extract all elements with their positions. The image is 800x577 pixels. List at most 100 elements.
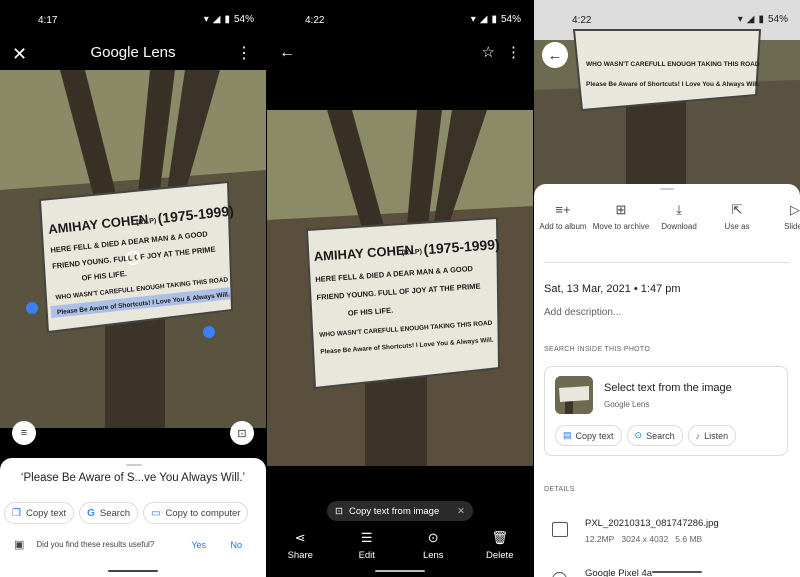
photo-thumbnail	[555, 376, 593, 414]
chip-label: Copy to computer	[165, 507, 241, 519]
lens-toolbar: ✕ Google Lens ⋮	[0, 36, 266, 70]
file-meta: 12.2MP 3024 x 4032 5.6 MB	[585, 534, 702, 544]
delete-button[interactable]: 🗑 Delete	[475, 530, 525, 561]
edit-button[interactable]: ☰ Edit	[342, 530, 392, 561]
battery-level: 54%	[233, 14, 254, 25]
feedback-icon: ▣	[14, 539, 25, 551]
lens-panel: AMIHAY COHEN (R.I.P) (1975-1999) HERE FE…	[0, 0, 266, 577]
feedback-no-button[interactable]: No	[230, 540, 242, 550]
selection-handle-left[interactable]	[26, 302, 38, 314]
copy-text-chip[interactable]: ▤ Copy text	[555, 425, 622, 446]
device-name: Google Pixel 4a	[585, 568, 653, 577]
page-title: Google Lens	[90, 44, 176, 61]
sign-line-1: AMIHAY COHEN	[48, 211, 149, 236]
add-to-album-button[interactable]: ≡+ Add to album	[534, 202, 592, 231]
sign-line-2: HERE FELL & DIED A DEAR MAN & A GOOD	[315, 264, 474, 284]
close-icon[interactable]: ✕	[457, 506, 465, 517]
sign-line-4: OF HIS LIFE.	[81, 269, 127, 283]
filter-icon: ≡	[20, 427, 28, 439]
photo: AMIHAY COHEN (R.I.P) (1975-1999) HERE FE…	[267, 110, 533, 466]
lens-card-chips: ▤ Copy text ⊙ Search ♪ Listen	[555, 425, 737, 446]
status-bar: 4:17 ▾ ◢ ▮ 54%	[0, 0, 266, 40]
search-chip[interactable]: ⊙ Search	[626, 425, 683, 446]
lens-card-title: Select text from the image	[604, 382, 732, 394]
battery-icon: ▮	[758, 14, 764, 25]
result-text: ‘Please Be Aware of S...ve You Always Wi…	[20, 472, 246, 484]
archive-icon: ⊞	[615, 202, 627, 217]
download-button[interactable]: ⤓ Download	[650, 202, 708, 231]
battery-icon: ▮	[491, 14, 497, 25]
action-label: Slides	[784, 222, 800, 231]
gesture-bar	[375, 570, 425, 572]
action-label: Share	[287, 550, 313, 561]
delete-icon: 🗑	[491, 530, 508, 545]
copy-text-from-image-chip[interactable]: ⊡ Copy text from image ✕	[327, 501, 473, 521]
lens-button[interactable]: ⊙ Lens	[408, 530, 458, 561]
listen-chip[interactable]: ♪ Listen	[687, 425, 737, 446]
action-label: Add to album	[539, 222, 587, 231]
lens-icon: ⊙	[634, 430, 643, 440]
use-as-button[interactable]: ⇱ Use as	[708, 202, 766, 231]
copy-text-chip[interactable]: ❐ Copy text	[4, 502, 75, 524]
sign-years: (1975-1999)	[423, 236, 500, 257]
feedback-yes-button[interactable]: Yes	[191, 540, 206, 550]
google-g-icon: G	[87, 507, 95, 519]
info-actions-row: ≡+ Add to album ⊞ Move to archive ⤓ Downloa…	[534, 202, 800, 231]
share-button[interactable]: ⋖ Share	[275, 530, 325, 561]
add-description-field[interactable]: Add description...	[544, 307, 621, 318]
sign-years: (1975-1999)	[157, 202, 235, 226]
gesture-bar	[108, 570, 158, 572]
sheet-handle[interactable]	[660, 188, 674, 190]
file-size: 5.6 MB	[675, 534, 703, 544]
chip-label: Copy text from image	[348, 505, 440, 517]
chip-label: Copy text	[25, 507, 67, 519]
lens-icon: ⊙	[427, 530, 439, 545]
back-arrow-icon: ←	[547, 46, 563, 64]
edit-icon: ☰	[360, 530, 373, 545]
back-button[interactable]: ←	[542, 42, 568, 68]
wifi-icon: ▾	[470, 14, 476, 25]
file-name: PXL_20210313_081747286.jpg	[585, 518, 719, 529]
results-sheet: ‘Please Be Aware of S...ve You Always Wi…	[0, 458, 266, 577]
photo-actions-bar: ⋖ Share ☰ Edit ⊙ Lens 🗑 Delete	[267, 530, 533, 561]
sign-line-6: Please Be Aware of Shortcuts! I Love You…	[586, 81, 760, 88]
sign-rip: (R.I.P)	[136, 218, 157, 227]
star-icon[interactable]: ☆	[482, 43, 495, 61]
chip-label: Search	[646, 430, 675, 441]
filter-button[interactable]: ≡	[12, 421, 36, 445]
listen-icon: ♪	[695, 430, 701, 441]
sign-line-5: WHO WASN'T CAREFULL ENOUGH TAKING THIS R…	[586, 61, 760, 68]
more-icon[interactable]: ⋮	[506, 43, 521, 61]
feedback-question: Did you find these results useful?	[36, 540, 155, 549]
copy-to-computer-chip[interactable]: ▭ Copy to computer	[143, 502, 249, 524]
selection-handle-right[interactable]	[203, 326, 215, 338]
lens-icon: ⊡	[335, 505, 343, 517]
slideshow-button[interactable]: ▷ Slides	[766, 202, 800, 231]
doc-icon: ▤	[563, 430, 572, 440]
file-dimensions: 3024 x 4032	[621, 534, 669, 544]
battery-icon: ▮	[224, 14, 230, 25]
file-megapixels: 12.2MP	[585, 534, 615, 544]
status-bar: 4:22 ▾ ◢ ▮ 54%	[267, 0, 533, 40]
back-arrow-icon[interactable]: ←	[279, 44, 295, 62]
lens-card-subtitle: Google Lens	[604, 400, 650, 409]
sign-line-1: AMIHAY COHEN	[313, 242, 414, 264]
photo-viewer-panel: AMIHAY COHEN (R.I.P) (1975-1999) HERE FE…	[267, 0, 533, 577]
action-label: Lens	[422, 550, 444, 561]
status-time: 4:22	[572, 15, 592, 26]
camera-aperture-icon	[552, 572, 567, 577]
image-search-button[interactable]: ⊡	[230, 421, 254, 445]
add-to-album-icon: ≡+	[555, 202, 571, 217]
more-icon[interactable]: ⋮	[236, 43, 252, 63]
action-label: Move to archive	[592, 222, 650, 231]
image-file-icon	[552, 522, 568, 537]
lens-card[interactable]: Select text from the image Google Lens ▤…	[544, 366, 788, 456]
sheet-handle[interactable]	[126, 464, 142, 466]
search-chip[interactable]: G Search	[79, 502, 138, 524]
sign-line-5: WHO WASN'T CAREFULL ENOUGH TAKING THIS R…	[319, 320, 493, 339]
computer-icon: ▭	[151, 507, 161, 519]
move-to-archive-button[interactable]: ⊞ Move to archive	[592, 202, 650, 231]
battery-level: 54%	[500, 14, 521, 25]
chip-label: Copy text	[575, 430, 614, 441]
sign-line-4: OF HIS LIFE.	[347, 306, 393, 318]
